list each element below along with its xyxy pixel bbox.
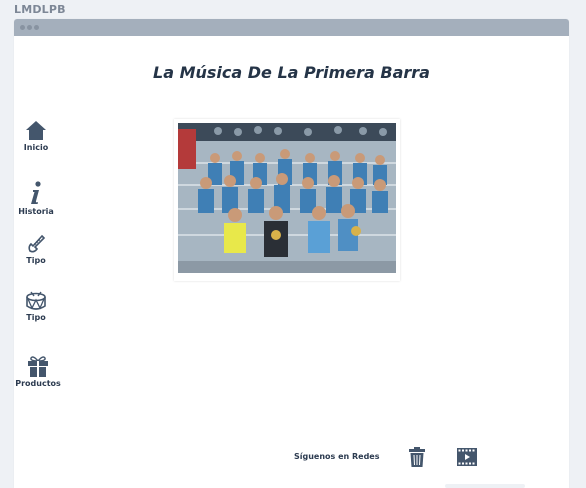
sidebar-item-historia[interactable]: Historia	[10, 181, 62, 216]
sidebar-item-label: Tipo	[26, 256, 46, 265]
follow-label: Síguenos en Redes	[294, 452, 380, 461]
window-dot	[27, 25, 32, 30]
trumpet-icon	[28, 234, 46, 253]
sidebar-item-label: Historia	[18, 207, 54, 216]
sidebar-item-label: Tipo	[26, 313, 46, 322]
page-title: La Música De La Primera Barra	[153, 63, 430, 82]
window-titlebar	[14, 19, 569, 36]
app-window: La Música De La Primera Barra Inicio His…	[14, 19, 569, 488]
band-photo-frame	[174, 119, 400, 281]
sidebar-item-inicio[interactable]: Inicio	[10, 119, 62, 152]
info-icon	[31, 181, 41, 204]
sidebar-item-tipo-drum[interactable]: Tipo	[10, 291, 62, 322]
window-dot	[34, 25, 39, 30]
film-icon	[457, 448, 477, 466]
home-icon	[26, 121, 46, 140]
sidebar-item-label: Productos	[15, 379, 61, 388]
drum-icon	[26, 291, 46, 310]
sidebar-item-tipo-trumpet[interactable]: Tipo	[10, 234, 62, 265]
trash-icon	[409, 447, 425, 467]
band-photo	[178, 123, 396, 273]
gift-icon	[28, 356, 48, 377]
video-button[interactable]	[457, 448, 477, 470]
sidebar-item-productos[interactable]: Productos	[12, 355, 64, 388]
app-title: LMDLPB	[14, 3, 66, 16]
trash-button[interactable]	[408, 447, 426, 471]
scroll-indicator	[445, 484, 525, 488]
sidebar-item-label: Inicio	[23, 143, 49, 152]
window-dot	[20, 25, 25, 30]
